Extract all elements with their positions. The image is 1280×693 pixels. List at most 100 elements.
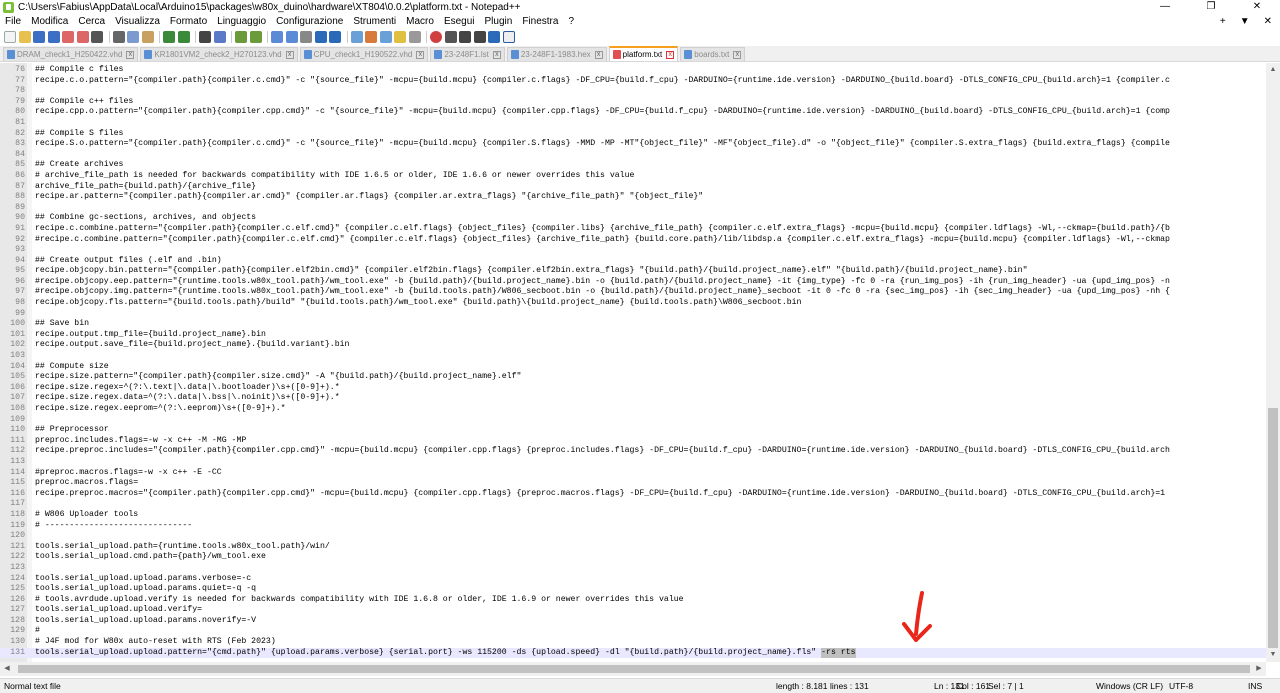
code-line[interactable]: 101 recipe.output.tmp_file={build.project… <box>0 330 1266 341</box>
code-line[interactable]: 94 ## Create output files (.elf and .bin) <box>0 256 1266 267</box>
line-text[interactable]: ## Save bin <box>35 319 89 330</box>
code-line[interactable]: 108 recipe.size.regex.eeprom=^(?:\.eeprom… <box>0 404 1266 415</box>
line-text[interactable]: recipe.size.regex.eeprom=^(?:\.eeprom)\s… <box>35 404 286 415</box>
line-text[interactable]: tools.serial_upload.path={runtime.tools.… <box>35 542 330 553</box>
line-text[interactable]: recipe.S.o.pattern="{compiler.path}{comp… <box>35 139 1170 150</box>
sync-horizontal-icon[interactable] <box>285 31 298 43</box>
code-line[interactable]: 127 tools.serial_upload.upload.verify= <box>0 605 1266 616</box>
menu-help[interactable]: ? <box>563 16 579 27</box>
copy-icon[interactable] <box>127 31 139 43</box>
code-line[interactable]: 106 recipe.size.regex=^(?:\.text|\.data|\… <box>0 383 1266 394</box>
line-text[interactable]: recipe.cpp.o.pattern="{compiler.path}{co… <box>35 107 1170 118</box>
stop-macro-icon[interactable] <box>444 31 457 43</box>
line-text[interactable]: # W806 Uploader tools <box>35 510 138 521</box>
find-icon[interactable] <box>199 31 211 43</box>
code-line[interactable]: 118 # W806 Uploader tools <box>0 510 1266 521</box>
menu-configurazione[interactable]: Configurazione <box>271 16 348 27</box>
line-text[interactable]: ## Compute size <box>35 362 109 373</box>
line-text[interactable]: #recipe.objcopy.eep.pattern="{runtime.to… <box>35 277 1170 288</box>
line-text[interactable]: # J4F mod for W80x auto-reset with RTS (… <box>35 637 276 648</box>
minimize-button[interactable]: — <box>1142 0 1188 14</box>
close-file-icon[interactable] <box>62 31 74 43</box>
code-line[interactable]: 114 #preproc.macros.flags=-w -x c++ -E -C… <box>0 468 1266 479</box>
spellcheck-icon[interactable] <box>502 31 515 43</box>
status-insert-mode[interactable]: INS <box>1248 679 1262 693</box>
line-text[interactable]: tools.serial_upload.cmd.path={path}/wm_t… <box>35 552 266 563</box>
menu-linguaggio[interactable]: Linguaggio <box>212 16 271 27</box>
close-button[interactable]: ✕ <box>1234 0 1280 14</box>
line-text[interactable]: recipe.preproc.macros="{compiler.path}{c… <box>35 489 1165 500</box>
maximize-button[interactable]: ❐ <box>1188 0 1234 14</box>
code-line[interactable]: 92 #recipe.c.combine.pattern="{compiler.p… <box>0 235 1266 246</box>
line-text[interactable]: recipe.size.pattern="{compiler.path}{com… <box>35 372 521 383</box>
tab-boards-txt[interactable]: boards.txt x <box>680 47 746 61</box>
line-text[interactable]: # ------------------------------ <box>35 521 192 532</box>
line-text[interactable]: #preproc.macros.flags=-w -x c++ -E -CC <box>35 468 222 479</box>
line-text[interactable]: ## Create output files (.elf and .bin) <box>35 256 222 267</box>
line-text[interactable]: ## Compile c++ files <box>35 97 133 108</box>
folder-workspace-icon[interactable] <box>394 31 406 43</box>
line-text[interactable]: archive_file_path={build.path}/{archive_… <box>35 182 256 193</box>
editor[interactable]: 76 ## Compile c files 77 recipe.c.o.pattern… <box>0 63 1266 662</box>
line-text[interactable]: recipe.objcopy.fls.pattern="{build.tools… <box>35 298 801 309</box>
close-icon[interactable]: x <box>416 50 425 59</box>
line-text[interactable]: recipe.size.regex=^(?:\.text|\.data|\.bo… <box>35 383 340 394</box>
scroll-down-icon[interactable]: ▼ <box>1266 648 1280 662</box>
code-line[interactable]: 76 ## Compile c files <box>0 65 1266 76</box>
code-line[interactable]: 119 # ------------------------------ <box>0 521 1266 532</box>
code-line[interactable]: 102 recipe.output.save_file={build.projec… <box>0 340 1266 351</box>
new-tab-button[interactable]: + <box>1220 14 1226 29</box>
code-line[interactable]: 130 # J4F mod for W80x auto-reset with RT… <box>0 637 1266 648</box>
code-line[interactable]: 91 recipe.c.combine.pattern="{compiler.pa… <box>0 224 1266 235</box>
function-list-icon[interactable] <box>379 31 392 43</box>
save-all-icon[interactable] <box>47 31 60 43</box>
code-line[interactable]: 83 recipe.S.o.pattern="{compiler.path}{co… <box>0 139 1266 150</box>
undo-icon[interactable] <box>163 31 175 43</box>
close-icon[interactable]: x <box>594 50 603 59</box>
code-line[interactable]: 82 ## Compile S files <box>0 129 1266 140</box>
code-line[interactable]: 125 tools.serial_upload.upload.params.qui… <box>0 584 1266 595</box>
code-line[interactable]: 111 preproc.includes.flags=-w -x c++ -M -… <box>0 436 1266 447</box>
line-text[interactable]: ## Preprocessor <box>35 425 109 436</box>
close-icon[interactable]: x <box>666 50 675 59</box>
code-line[interactable]: 84 <box>0 150 1266 161</box>
line-text[interactable]: recipe.c.o.pattern="{compiler.path}{comp… <box>35 76 1170 87</box>
code-line[interactable]: 109 <box>0 415 1266 426</box>
line-text[interactable]: #recipe.c.combine.pattern="{compiler.pat… <box>35 235 1170 246</box>
print-icon[interactable] <box>91 31 103 43</box>
line-text[interactable]: tools.serial_upload.upload.params.quiet=… <box>35 584 256 595</box>
language-icon[interactable] <box>350 31 363 43</box>
vertical-scroll-thumb[interactable] <box>1268 408 1278 648</box>
code-line[interactable]: 128 tools.serial_upload.upload.params.nov… <box>0 616 1266 627</box>
menu-strumenti[interactable]: Strumenti <box>348 16 401 27</box>
record-macro-icon[interactable] <box>430 31 442 43</box>
code-line[interactable]: 79 ## Compile c++ files <box>0 97 1266 108</box>
scroll-left-icon[interactable]: ◀ <box>0 662 14 676</box>
editor-lines[interactable]: 76 ## Compile c files 77 recipe.c.o.pattern… <box>0 65 1266 659</box>
code-line[interactable]: 116 recipe.preproc.macros="{compiler.path… <box>0 489 1266 500</box>
close-icon[interactable]: x <box>492 50 501 59</box>
code-line[interactable]: 117 <box>0 499 1266 510</box>
line-text[interactable]: recipe.objcopy.bin.pattern="{compiler.pa… <box>35 266 1028 277</box>
line-text[interactable]: # <box>35 626 40 637</box>
code-line[interactable]: 100 ## Save bin <box>0 319 1266 330</box>
code-line[interactable]: 122 tools.serial_upload.cmd.path={path}/w… <box>0 552 1266 563</box>
code-line[interactable]: 95 recipe.objcopy.bin.pattern="{compiler.… <box>0 266 1266 277</box>
close-icon[interactable]: x <box>126 50 135 59</box>
indent-guide-icon[interactable] <box>329 31 341 43</box>
code-line[interactable]: 80 recipe.cpp.o.pattern="{compiler.path}{… <box>0 107 1266 118</box>
menu-modifica[interactable]: Modifica <box>26 16 73 27</box>
zoom-out-icon[interactable] <box>249 31 262 43</box>
close-icon[interactable]: x <box>733 50 742 59</box>
line-text[interactable]: ## Combine gc-sections, archives, and ob… <box>35 213 256 224</box>
code-line[interactable]: 115 preproc.macros.flags= <box>0 478 1266 489</box>
new-file-icon[interactable] <box>4 31 16 43</box>
code-line[interactable]: 88 recipe.ar.pattern="{compiler.path}{com… <box>0 192 1266 203</box>
show-all-chars-icon[interactable] <box>314 31 327 43</box>
code-line[interactable]: 97 #recipe.objcopy.img.pattern="{runtime.… <box>0 287 1266 298</box>
code-line[interactable]: 129 # <box>0 626 1266 637</box>
save-icon[interactable] <box>33 31 45 43</box>
code-line[interactable]: 124 tools.serial_upload.upload.params.ver… <box>0 574 1266 585</box>
code-line[interactable]: 78 <box>0 86 1266 97</box>
tab-kr1801vm2-check[interactable]: KR1801VM2_check2_H270123.vhd x <box>140 47 298 61</box>
